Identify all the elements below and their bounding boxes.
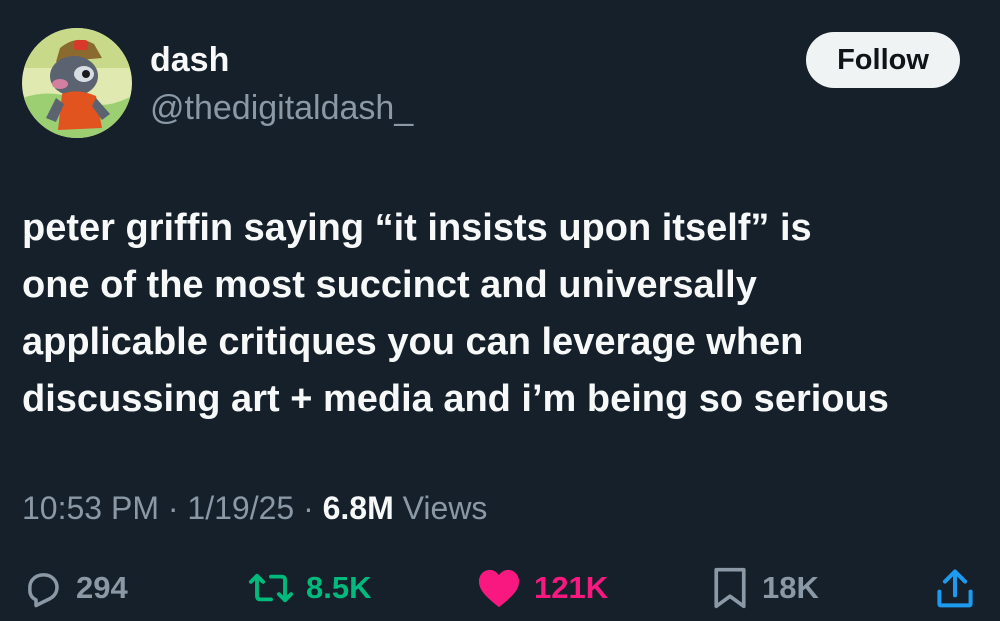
tweet-meta: 10:53 PM · 1/19/25 · 6.8M Views <box>22 486 487 530</box>
avatar[interactable] <box>22 28 132 138</box>
tweet-time[interactable]: 10:53 PM <box>22 490 159 526</box>
retweet-count: 8.5K <box>306 570 372 605</box>
like-count: 121K <box>534 570 609 605</box>
share-button[interactable] <box>934 566 976 610</box>
bookmark-icon <box>714 567 746 609</box>
reply-button[interactable]: 294 <box>22 566 128 610</box>
heart-icon <box>478 569 520 608</box>
tweet-date[interactable]: 1/19/25 <box>187 490 294 526</box>
retweet-button[interactable]: 8.5K <box>248 566 371 610</box>
user-handle[interactable]: @thedigitaldash_ <box>150 86 413 130</box>
bookmark-count: 18K <box>762 570 819 605</box>
tweet-text: peter griffin saying “it insists upon it… <box>22 207 889 420</box>
share-icon <box>937 569 973 608</box>
meta-separator: · <box>303 490 314 526</box>
display-name[interactable]: dash <box>150 38 229 82</box>
views-label: Views <box>402 490 488 526</box>
action-bar: 294 8.5K 121K 18K <box>0 560 1000 616</box>
reply-icon <box>28 573 59 608</box>
reply-count: 294 <box>76 570 128 605</box>
like-button[interactable]: 121K <box>476 566 608 610</box>
avatar-image <box>22 28 132 138</box>
meta-separator: · <box>167 490 179 526</box>
retweet-icon <box>248 573 294 603</box>
views-count: 6.8M <box>322 490 394 526</box>
follow-button[interactable]: Follow <box>806 32 960 88</box>
bookmark-button[interactable]: 18K <box>710 566 819 610</box>
